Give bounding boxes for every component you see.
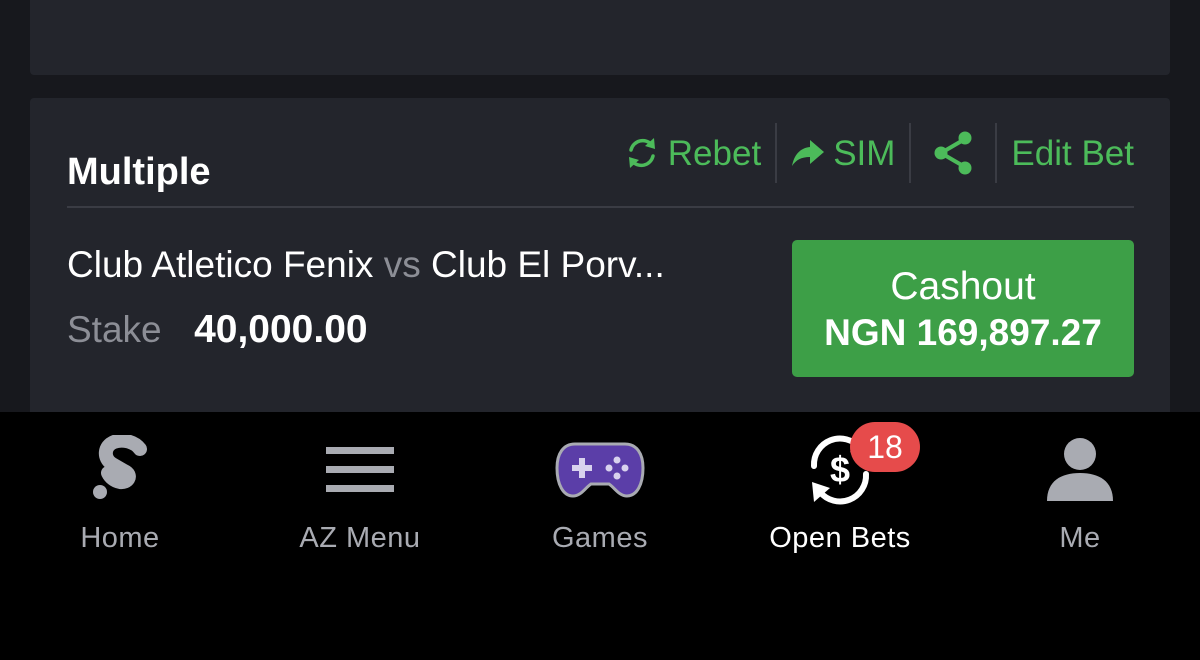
svg-text:$: $ (830, 449, 850, 490)
bottom-tab-bar: Home AZ Menu Games $ 18 Open Bets Me (0, 412, 1200, 660)
stake-label: Stake (67, 309, 162, 350)
stake-value: 40,000.00 (194, 308, 368, 351)
tab-az-menu[interactable]: AZ Menu (240, 430, 480, 570)
tab-label: Games (552, 522, 648, 554)
bet-history-screen: Multiple Rebet SIM Edit Bet Club Atletic… (0, 0, 1200, 660)
tab-home[interactable]: Home (0, 430, 240, 570)
bet-type-title: Multiple (67, 151, 211, 193)
cashout-amount: NGN 169,897.27 (824, 311, 1102, 353)
tab-games[interactable]: Games (480, 430, 720, 570)
tab-label: AZ Menu (299, 522, 421, 554)
open-bets-count-badge: 18 (850, 422, 920, 472)
share-button[interactable] (925, 130, 981, 176)
bet-card-header: Multiple Rebet SIM Edit Bet (67, 122, 1134, 208)
match-title: Club Atletico Fenix vs Club El Porv... (67, 246, 665, 283)
stake-row: Stake 40,000.00 (67, 310, 368, 349)
tab-open-bets[interactable]: $ 18 Open Bets (720, 422, 960, 570)
vs-label: vs (383, 244, 421, 285)
refresh-icon (624, 135, 660, 171)
edit-bet-button[interactable]: Edit Bet (1011, 136, 1134, 171)
hamburger-menu-icon (324, 430, 396, 510)
tab-me[interactable]: Me (960, 430, 1200, 570)
rebet-button[interactable]: Rebet (624, 135, 761, 171)
cashout-button[interactable]: Cashout NGN 169,897.27 (792, 240, 1134, 377)
tab-label: Home (80, 522, 160, 554)
dollar-cycle-icon: $ 18 (800, 422, 920, 510)
sim-label: SIM (833, 133, 896, 173)
divider (909, 123, 912, 183)
tab-label: Open Bets (769, 522, 911, 554)
bet-actions: Rebet SIM Edit Bet (624, 122, 1134, 184)
share-arrow-icon (791, 138, 825, 168)
share-icon (931, 130, 975, 176)
rebet-label: Rebet (667, 133, 762, 173)
edit-bet-label: Edit Bet (1011, 133, 1134, 173)
bet-card[interactable]: Multiple Rebet SIM Edit Bet Club Atletic… (30, 98, 1170, 428)
sportybet-logo-icon (90, 430, 150, 510)
gamepad-icon (555, 430, 645, 510)
away-team: Club El Porv... (431, 244, 665, 285)
tab-label: Me (1059, 522, 1101, 554)
divider (995, 123, 998, 183)
previous-bet-card (30, 0, 1170, 75)
home-team: Club Atletico Fenix (67, 244, 374, 285)
cashout-label: Cashout (890, 264, 1036, 308)
divider (775, 123, 778, 183)
sim-button[interactable]: SIM (791, 136, 895, 171)
user-icon (1045, 430, 1115, 510)
